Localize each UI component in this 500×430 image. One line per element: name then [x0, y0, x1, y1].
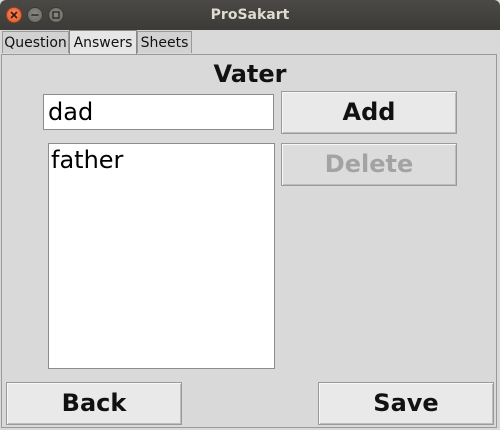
- tab-question[interactable]: Question: [2, 31, 69, 53]
- add-button[interactable]: Add: [281, 91, 457, 134]
- word-title: Vater: [213, 60, 287, 88]
- answers-list[interactable]: father: [48, 143, 275, 369]
- save-button[interactable]: Save: [318, 382, 494, 425]
- tab-answers[interactable]: Answers: [69, 30, 137, 54]
- title-bar[interactable]: ProSakart: [0, 0, 500, 30]
- tab-sheets[interactable]: Sheets: [137, 31, 192, 53]
- delete-button[interactable]: Delete: [281, 143, 457, 186]
- answer-input[interactable]: [43, 94, 274, 130]
- back-button[interactable]: Back: [6, 382, 182, 425]
- list-item[interactable]: father: [49, 144, 274, 176]
- tab-bar: Question Answers Sheets: [0, 30, 500, 54]
- window-title: ProSakart: [210, 7, 290, 23]
- app-window: ProSakart Question Answers Sheets Vater …: [0, 0, 500, 430]
